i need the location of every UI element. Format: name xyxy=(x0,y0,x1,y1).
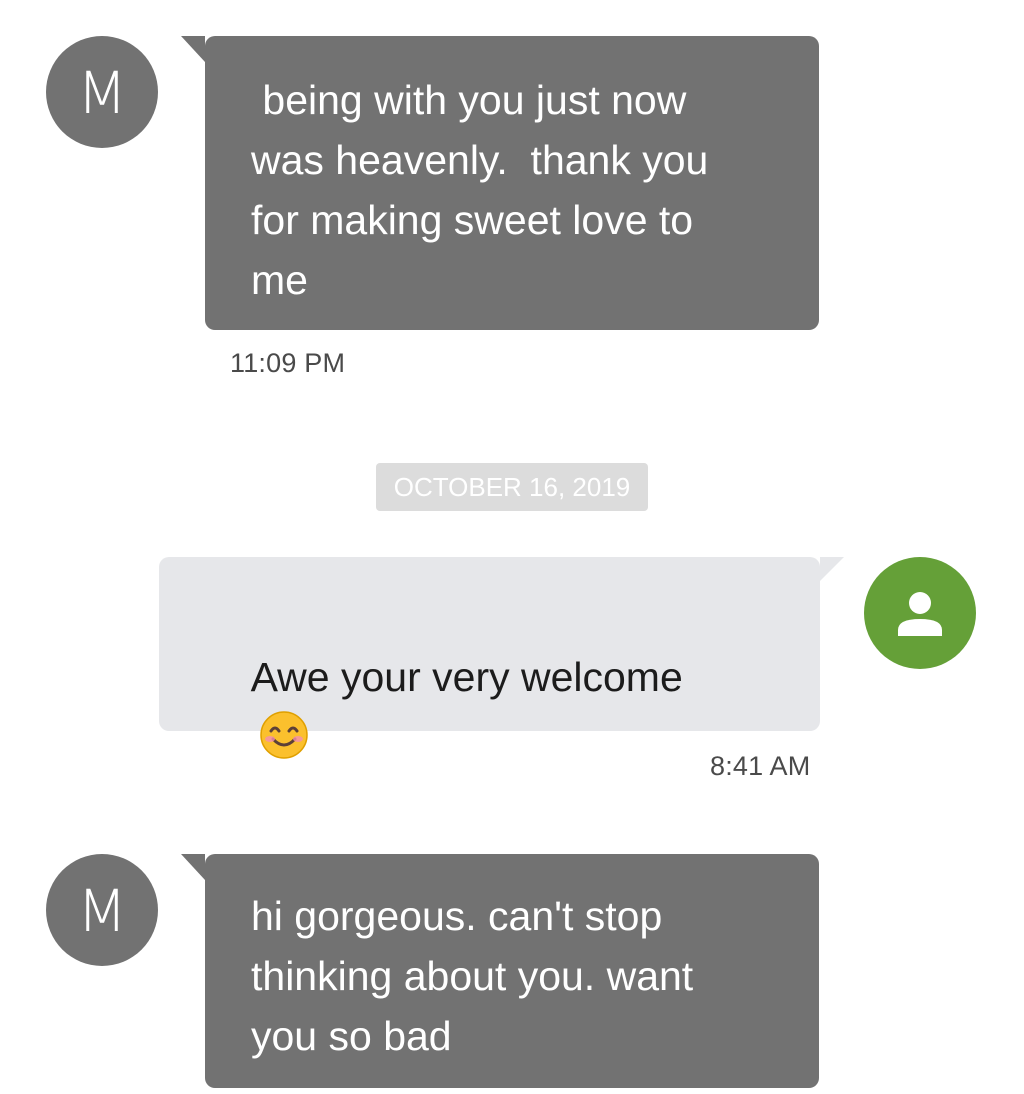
person-icon xyxy=(898,592,942,636)
message-text: being with you just now was heavenly. th… xyxy=(251,77,709,303)
bubble-tail xyxy=(181,36,205,62)
self-avatar[interactable] xyxy=(864,557,976,669)
contact-avatar[interactable]: M xyxy=(46,854,158,966)
contact-initial: M xyxy=(76,59,128,127)
incoming-message-bubble[interactable]: being with you just now was heavenly. th… xyxy=(181,36,819,330)
message-text: hi gorgeous. can't stop thinking about y… xyxy=(251,893,694,1059)
bubble-tail xyxy=(181,854,205,880)
date-divider: OCTOBER 16, 2019 xyxy=(376,463,648,511)
message-timestamp: 8:41 AM xyxy=(710,751,811,781)
bubble-tail xyxy=(820,557,844,581)
contact-initial: M xyxy=(76,877,128,945)
smiling-face-emoji-icon xyxy=(259,711,308,759)
message-text-content: Awe your very welcome xyxy=(250,654,683,700)
contact-avatar[interactable]: M xyxy=(46,36,158,148)
incoming-message-bubble[interactable]: hi gorgeous. can't stop thinking about y… xyxy=(181,854,819,1088)
message-timestamp: 11:09 PM xyxy=(230,348,346,378)
outgoing-message-bubble[interactable]: Awe your very welcome xyxy=(159,557,844,941)
